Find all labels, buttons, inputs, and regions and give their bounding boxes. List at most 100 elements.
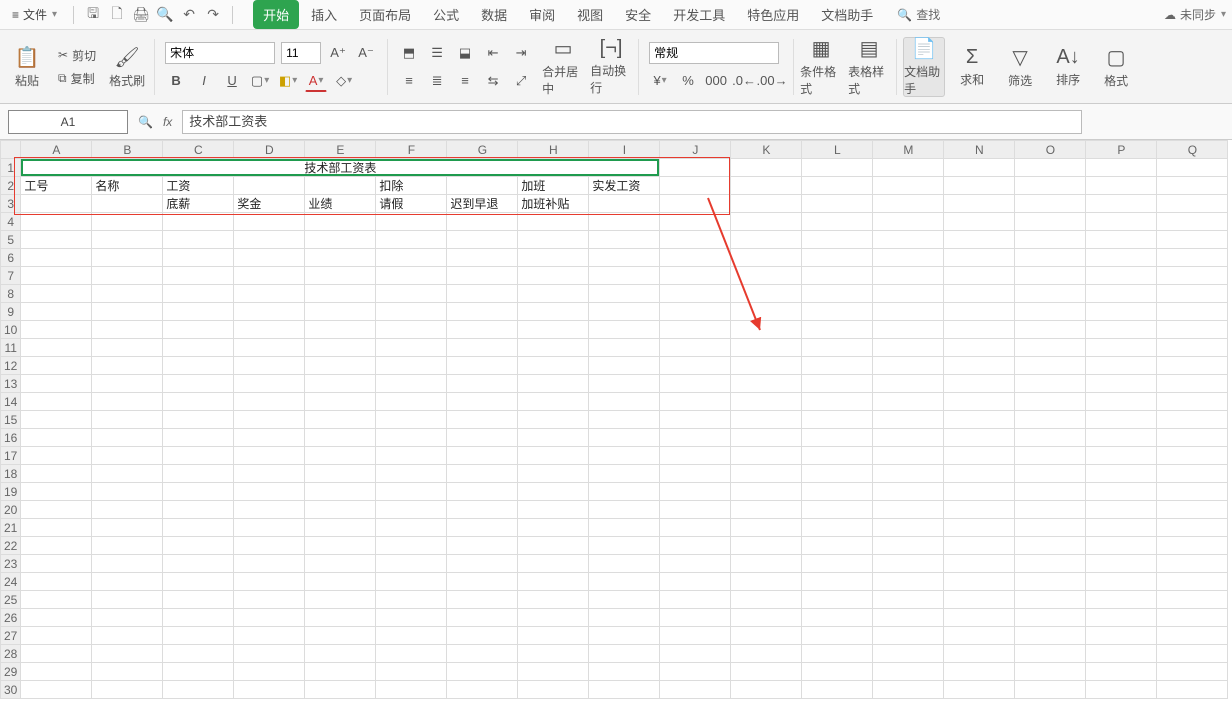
fx-icon[interactable]: fx (163, 115, 172, 129)
cell[interactable] (731, 249, 802, 267)
cell[interactable] (518, 411, 589, 429)
cell[interactable] (92, 501, 163, 519)
cell[interactable]: 底薪 (163, 195, 234, 213)
cell[interactable] (589, 555, 660, 573)
cell[interactable]: 加班补贴 (518, 195, 589, 213)
cell[interactable] (1157, 645, 1228, 663)
cell[interactable] (447, 501, 518, 519)
cell[interactable] (92, 249, 163, 267)
cell[interactable] (92, 609, 163, 627)
cell[interactable] (873, 465, 944, 483)
cell[interactable] (518, 663, 589, 681)
cell[interactable] (731, 267, 802, 285)
cell[interactable] (234, 681, 305, 699)
row-header[interactable]: 8 (1, 285, 21, 303)
cell[interactable] (589, 681, 660, 699)
cell[interactable] (1015, 591, 1086, 609)
cell[interactable] (447, 609, 518, 627)
cell[interactable] (376, 681, 447, 699)
cell[interactable] (1086, 249, 1157, 267)
cell[interactable] (802, 285, 873, 303)
merge-center-button[interactable]: ▭ 合并居中 (542, 37, 584, 97)
cell[interactable] (234, 249, 305, 267)
cell[interactable] (518, 537, 589, 555)
row-header[interactable]: 4 (1, 213, 21, 231)
cell[interactable] (731, 591, 802, 609)
cell[interactable] (163, 501, 234, 519)
cell[interactable] (305, 555, 376, 573)
cell[interactable] (447, 357, 518, 375)
cell[interactable] (376, 555, 447, 573)
tab-insert[interactable]: 插入 (301, 0, 347, 29)
cell[interactable] (518, 591, 589, 609)
cell[interactable] (447, 519, 518, 537)
row-header[interactable]: 6 (1, 249, 21, 267)
cell[interactable]: 工号 (21, 177, 92, 195)
cell[interactable] (234, 609, 305, 627)
cell[interactable] (92, 339, 163, 357)
cell[interactable] (518, 501, 589, 519)
border-button[interactable]: ▢▾ (249, 70, 271, 92)
cell[interactable] (1157, 159, 1228, 177)
cell[interactable] (447, 321, 518, 339)
cell[interactable] (802, 159, 873, 177)
cell[interactable] (802, 213, 873, 231)
cell[interactable] (376, 573, 447, 591)
cell[interactable] (802, 465, 873, 483)
cell[interactable] (1015, 501, 1086, 519)
cell[interactable] (1086, 303, 1157, 321)
cell[interactable] (305, 627, 376, 645)
cell[interactable] (518, 465, 589, 483)
cell[interactable] (21, 591, 92, 609)
cell[interactable] (518, 393, 589, 411)
cell[interactable] (305, 411, 376, 429)
cell[interactable] (305, 591, 376, 609)
cell[interactable] (21, 663, 92, 681)
cell[interactable]: 工资 (163, 177, 234, 195)
cell[interactable] (660, 393, 731, 411)
cell[interactable] (234, 501, 305, 519)
cell[interactable] (1157, 483, 1228, 501)
row-header[interactable]: 7 (1, 267, 21, 285)
tab-layout[interactable]: 页面布局 (349, 0, 421, 29)
cell[interactable] (1157, 213, 1228, 231)
cell[interactable] (92, 573, 163, 591)
tab-special[interactable]: 特色应用 (737, 0, 809, 29)
cell[interactable] (660, 681, 731, 699)
cell[interactable] (589, 213, 660, 231)
align-top-button[interactable]: ⬒ (398, 42, 420, 64)
cell[interactable] (21, 375, 92, 393)
cell[interactable] (731, 357, 802, 375)
cell[interactable] (873, 519, 944, 537)
cell[interactable] (1086, 537, 1157, 555)
cell[interactable] (21, 501, 92, 519)
cell[interactable] (660, 627, 731, 645)
cell[interactable] (1086, 591, 1157, 609)
cell[interactable] (21, 465, 92, 483)
cell[interactable] (873, 645, 944, 663)
cell[interactable] (234, 465, 305, 483)
cell[interactable] (376, 375, 447, 393)
cell[interactable] (944, 465, 1015, 483)
cell[interactable] (447, 555, 518, 573)
col-header[interactable]: N (944, 141, 1015, 159)
cell[interactable] (447, 213, 518, 231)
cell[interactable] (802, 231, 873, 249)
percent-button[interactable]: % (677, 70, 699, 92)
cell[interactable] (660, 213, 731, 231)
cell[interactable] (731, 375, 802, 393)
tab-security[interactable]: 安全 (615, 0, 661, 29)
cell[interactable] (163, 645, 234, 663)
cell[interactable] (1086, 321, 1157, 339)
align-bottom-button[interactable]: ⬓ (454, 42, 476, 64)
cell[interactable] (660, 231, 731, 249)
cell[interactable] (92, 465, 163, 483)
cell[interactable] (1157, 177, 1228, 195)
cell[interactable] (731, 159, 802, 177)
cell[interactable] (589, 609, 660, 627)
cell[interactable] (1015, 177, 1086, 195)
cell[interactable] (873, 303, 944, 321)
cell[interactable] (1086, 609, 1157, 627)
redo-icon[interactable]: ↷ (204, 6, 222, 24)
cell[interactable] (1086, 231, 1157, 249)
